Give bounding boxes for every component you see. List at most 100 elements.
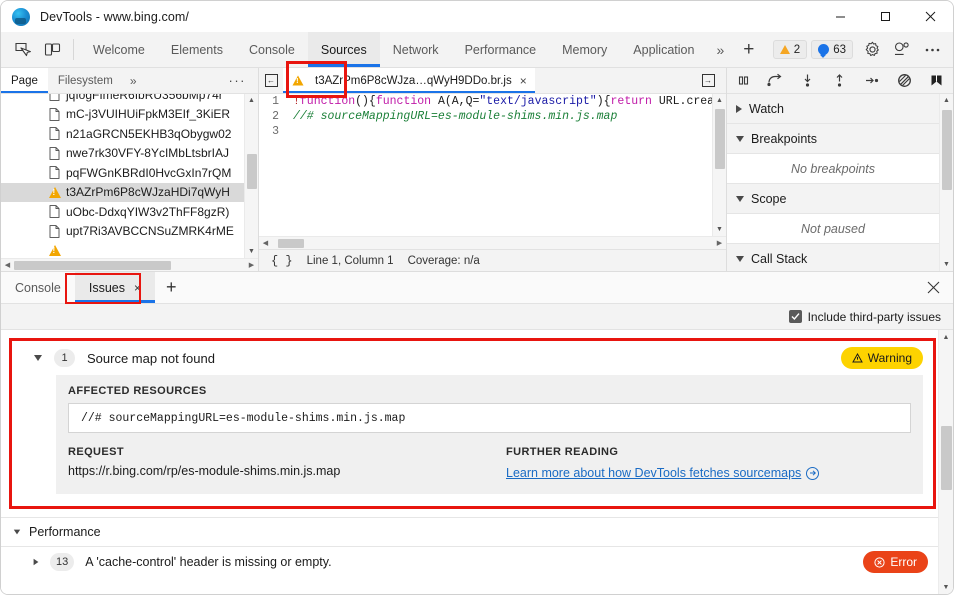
tab-application[interactable]: Application bbox=[620, 32, 707, 67]
navigate-forward-icon[interactable]: → bbox=[696, 74, 720, 87]
tab-network[interactable]: Network bbox=[380, 32, 452, 67]
chevron-right-icon[interactable] bbox=[34, 559, 39, 565]
tab-elements[interactable]: Elements bbox=[158, 32, 236, 67]
file-tree-item[interactable]: pqFWGnKBRdI0HvcGxIn7rQM bbox=[1, 163, 244, 183]
scroll-up-icon[interactable]: ▲ bbox=[939, 330, 953, 344]
debugger-section-scope[interactable]: Scope bbox=[727, 184, 939, 214]
minimize-icon[interactable] bbox=[818, 1, 863, 32]
scroll-right-icon[interactable]: ▶ bbox=[245, 261, 258, 269]
file-tree-item[interactable]: uObc-DdxqYIW3v2ThFF8gzR) bbox=[1, 202, 244, 222]
tab-performance[interactable]: Performance bbox=[452, 32, 550, 67]
scroll-right-icon[interactable]: ▶ bbox=[713, 239, 726, 247]
scrollbar-thumb[interactable] bbox=[715, 109, 725, 169]
debugger-section-breakpoints[interactable]: Breakpoints bbox=[727, 124, 939, 154]
navigator-overflow-icon[interactable]: » bbox=[123, 68, 144, 93]
file-name: n21aGRCN5EKHB3qObygw02 bbox=[66, 127, 231, 141]
deactivate-breakpoints-icon[interactable] bbox=[888, 73, 920, 88]
line-number: 1 bbox=[259, 94, 285, 109]
scrollbar-thumb[interactable] bbox=[941, 426, 952, 490]
file-tree-item[interactable]: jqIogFImeR6IbRU356bMp74r bbox=[1, 94, 244, 105]
close-icon[interactable]: × bbox=[520, 74, 527, 88]
hscroll-track[interactable] bbox=[272, 237, 713, 250]
file-tree-item[interactable]: mC-j3VUIHUiFpkM3EIf_3KiER bbox=[1, 105, 244, 125]
scroll-down-icon[interactable]: ▼ bbox=[939, 580, 953, 594]
drawer-tab-console[interactable]: Console bbox=[1, 272, 75, 303]
more-options-icon[interactable] bbox=[917, 41, 947, 58]
editor-horizontal-scrollbar[interactable]: ◀ ▶ bbox=[259, 236, 726, 249]
maximize-icon[interactable] bbox=[863, 1, 908, 32]
step-icon[interactable] bbox=[856, 73, 888, 88]
issue-count-label: 63 bbox=[833, 44, 846, 56]
file-tree-horizontal-scrollbar[interactable]: ◀ ▶ bbox=[1, 258, 258, 271]
navigator-more-icon[interactable]: ··· bbox=[217, 68, 259, 93]
issue-header[interactable]: 1 Source map not found Warning bbox=[12, 341, 933, 375]
tab-welcome[interactable]: Welcome bbox=[80, 32, 158, 67]
add-tab-button[interactable]: + bbox=[733, 32, 764, 67]
hscroll-track[interactable] bbox=[14, 259, 245, 272]
file-tree-item-selected[interactable]: t3AZrPm6P8cWJzaHDi7qWyH bbox=[1, 183, 244, 203]
issue-row-cache-control[interactable]: 13 A 'cache-control' header is missing o… bbox=[1, 547, 938, 577]
scrollbar-thumb[interactable] bbox=[14, 261, 171, 270]
pretty-print-braces-icon[interactable]: { } bbox=[271, 254, 293, 268]
editor-tab-active[interactable]: t3AZrPm6P8cWJza…qWyH9DDo.br.js × bbox=[283, 68, 535, 93]
scrollbar-thumb[interactable] bbox=[247, 154, 257, 189]
scroll-left-icon[interactable]: ◀ bbox=[1, 261, 14, 269]
gear-icon[interactable] bbox=[857, 41, 887, 58]
nav-tab-page[interactable]: Page bbox=[1, 68, 48, 93]
tab-sources[interactable]: Sources bbox=[308, 32, 380, 67]
include-third-party-issues-checkbox[interactable]: Include third-party issues bbox=[789, 310, 941, 324]
step-out-icon[interactable] bbox=[824, 73, 856, 88]
chevron-down-icon[interactable] bbox=[14, 530, 20, 535]
debugger-vertical-scrollbar[interactable]: ▲ ▼ bbox=[939, 94, 953, 271]
issues-vertical-scrollbar[interactable]: ▲ ▼ bbox=[938, 330, 953, 594]
close-drawer-icon[interactable] bbox=[914, 272, 953, 303]
file-tree[interactable]: jqIogFImeR6IbRU356bMp74r mC-j3VUIHUiFpkM… bbox=[1, 94, 258, 271]
window-controls bbox=[818, 1, 953, 32]
debugger-section-watch[interactable]: Watch bbox=[727, 94, 939, 124]
scroll-down-icon[interactable]: ▼ bbox=[713, 223, 726, 236]
issue-detail-columns: REQUEST https://r.bing.com/rp/es-module-… bbox=[68, 446, 911, 482]
scroll-up-icon[interactable]: ▲ bbox=[713, 94, 726, 107]
pause-icon[interactable] bbox=[727, 73, 759, 88]
code-editor[interactable]: 1 !function(){function A(A,Q="text/javas… bbox=[259, 94, 726, 249]
add-drawer-tab-button[interactable]: + bbox=[155, 272, 188, 303]
tab-console[interactable]: Console bbox=[236, 32, 308, 67]
editor-vertical-scrollbar[interactable]: ▲ ▼ bbox=[712, 94, 726, 236]
tabs-overflow-icon[interactable]: » bbox=[707, 32, 733, 67]
step-into-icon[interactable] bbox=[792, 73, 824, 88]
scroll-down-icon[interactable]: ▼ bbox=[245, 245, 258, 258]
pause-on-exceptions-icon[interactable] bbox=[921, 73, 953, 88]
devtools-tabs: Welcome Elements Console Sources Network… bbox=[80, 32, 707, 67]
file-tree-item[interactable]: upt7Ri3AVBCCNSuZMRK4rME bbox=[1, 222, 244, 242]
file-tree-item[interactable]: n21aGRCN5EKHB3qObygw02 bbox=[1, 124, 244, 144]
drawer-tab-issues[interactable]: Issues × bbox=[75, 272, 155, 303]
scroll-up-icon[interactable]: ▲ bbox=[245, 94, 258, 107]
sources-workspace: Page Filesystem » ··· jqIogFImeR6IbRU356… bbox=[1, 68, 953, 272]
file-name: jqIogFImeR6IbRU356bMp74r bbox=[66, 94, 223, 102]
close-icon[interactable] bbox=[908, 1, 953, 32]
issue-group-performance[interactable]: Performance bbox=[1, 517, 938, 547]
issue-counter[interactable]: 63 bbox=[811, 40, 853, 59]
navigate-back-icon[interactable]: ← bbox=[259, 68, 283, 93]
customize-devtools-icon[interactable] bbox=[887, 41, 917, 58]
scroll-up-icon[interactable]: ▲ bbox=[940, 94, 953, 107]
close-icon[interactable]: × bbox=[134, 281, 141, 295]
chevron-down-icon[interactable] bbox=[34, 355, 42, 361]
scroll-down-icon[interactable]: ▼ bbox=[940, 258, 953, 271]
scrollbar-thumb[interactable] bbox=[942, 110, 952, 190]
inspect-element-icon[interactable] bbox=[7, 32, 37, 67]
file-name: uObc-DdxqYIW3v2ThFF8gzR) bbox=[66, 205, 229, 219]
tab-memory[interactable]: Memory bbox=[549, 32, 620, 67]
further-reading-link[interactable]: Learn more about how DevTools fetches so… bbox=[506, 466, 819, 480]
debugger-section-callstack[interactable]: Call Stack bbox=[727, 244, 939, 271]
coverage-status: Coverage: n/a bbox=[408, 255, 480, 267]
warning-counter[interactable]: 2 bbox=[773, 40, 807, 59]
scrollbar-thumb[interactable] bbox=[278, 239, 304, 248]
nav-tab-filesystem[interactable]: Filesystem bbox=[48, 68, 123, 93]
step-over-icon[interactable] bbox=[759, 73, 791, 88]
toolbar-right-group: 2 63 bbox=[773, 32, 953, 67]
scroll-left-icon[interactable]: ◀ bbox=[259, 239, 272, 247]
device-toolbar-icon[interactable] bbox=[37, 32, 67, 67]
file-tree-vertical-scrollbar[interactable]: ▲ ▼ bbox=[244, 94, 258, 258]
file-tree-item[interactable]: nwe7rk30VFY-8YcIMbLtsbrIAJ bbox=[1, 144, 244, 164]
